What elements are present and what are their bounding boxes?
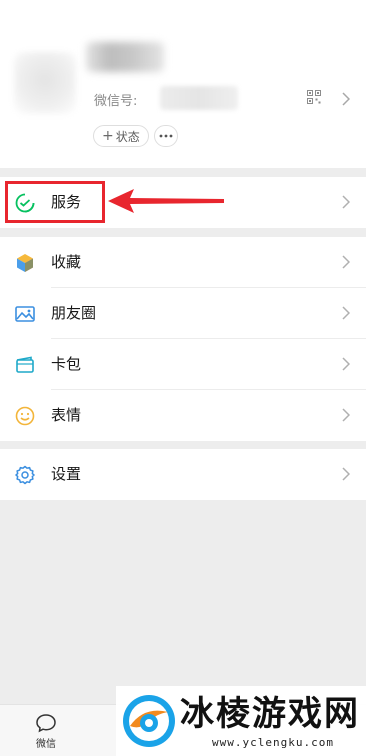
avatar[interactable] (14, 52, 76, 114)
status-label: 状态 (115, 129, 140, 144)
menu-item-moments[interactable]: 朋友圈 (0, 288, 366, 339)
chevron-right-icon (342, 195, 350, 209)
menu-label-moments: 朋友圈 (51, 304, 97, 322)
menu-label-stickers: 表情 (51, 406, 82, 424)
chevron-right-icon (342, 357, 350, 371)
ellipsis-icon (159, 134, 173, 138)
stickers-smiley-icon (15, 406, 35, 426)
menu-label-cards: 卡包 (51, 355, 82, 373)
favorites-cube-icon (17, 254, 33, 272)
menu-item-favorites[interactable]: 收藏 (0, 237, 366, 288)
qr-code-icon[interactable] (307, 90, 321, 104)
wechat-id-blurred (160, 86, 238, 110)
menu-label-favorites: 收藏 (51, 253, 82, 271)
chat-bubble-icon (36, 714, 56, 733)
moments-picture-icon (15, 306, 35, 322)
menu-label-settings: 设置 (51, 465, 82, 483)
more-button[interactable] (154, 125, 178, 147)
nickname-blurred (86, 42, 164, 72)
watermark-title: 冰棱游戏网 (180, 694, 360, 734)
menu-item-stickers[interactable]: 表情 (0, 390, 366, 441)
menu-group-main: 收藏 朋友圈 卡包 表情 (0, 237, 366, 441)
menu-item-settings[interactable]: 设置 (0, 449, 366, 500)
watermark: 冰棱游戏网 www.yclengku.com (116, 686, 366, 756)
menu-group-settings: 设置 (0, 449, 366, 500)
chevron-right-icon (342, 306, 350, 320)
chevron-right-icon (342, 92, 350, 106)
add-status-button[interactable]: + 状态 (93, 125, 149, 147)
tab-label-chats: 微信 (36, 739, 56, 750)
menu-item-cards[interactable]: 卡包 (0, 339, 366, 390)
cards-wallet-icon (16, 356, 34, 373)
tab-chats[interactable]: 微信 (26, 713, 66, 753)
highlight-box (5, 181, 105, 223)
settings-gear-icon (15, 465, 35, 485)
chevron-right-icon (342, 408, 350, 422)
wechat-id-label: 微信号: (94, 94, 138, 109)
profile-header[interactable]: 微信号: + 状态 (0, 0, 366, 168)
chevron-right-icon (342, 255, 350, 269)
watermark-logo-icon (123, 695, 175, 747)
chevron-right-icon (342, 467, 350, 481)
plus-icon: + (102, 128, 114, 144)
arrow-left-icon (108, 189, 224, 213)
watermark-url: www.yclengku.com (212, 736, 334, 749)
